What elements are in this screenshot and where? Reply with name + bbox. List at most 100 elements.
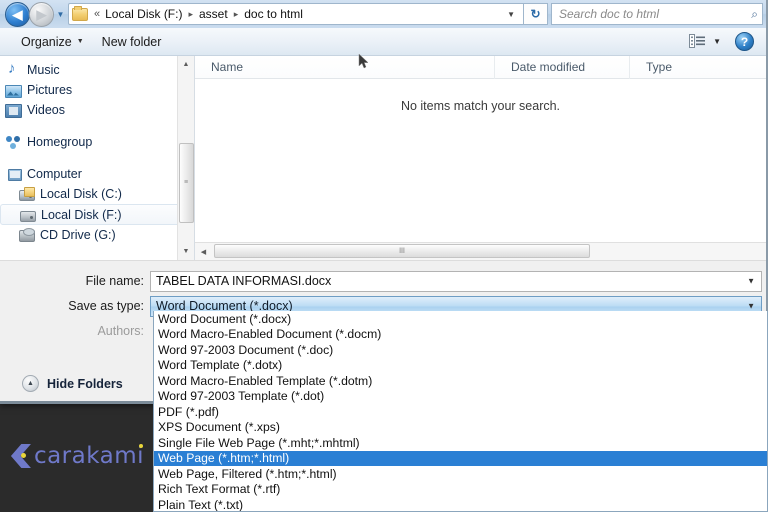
carakami-mark-icon — [10, 444, 31, 468]
cd-drive-icon — [19, 228, 35, 242]
dropdown-option[interactable]: Word Template (*.dotx) — [154, 358, 767, 374]
folder-icon — [72, 5, 88, 21]
empty-state-text: No items match your search. — [400, 99, 561, 113]
dropdown-option[interactable]: PDF (*.pdf) — [154, 404, 767, 420]
scroll-left-button[interactable]: ◀ — [195, 243, 212, 260]
save-as-type-label: Save as type: — [68, 299, 144, 313]
hide-folders-button[interactable]: ▲ Hide Folders — [22, 375, 123, 392]
sidebar-item-label: Videos — [27, 103, 65, 117]
dropdown-option[interactable]: Plain Text (*.txt) — [154, 497, 767, 511]
search-icon: ⌕ — [751, 6, 758, 21]
music-icon — [5, 60, 22, 78]
dropdown-option[interactable]: Rich Text Format (*.rtf) — [154, 482, 767, 498]
dropdown-option[interactable]: Single File Web Page (*.mht;*.mhtml) — [154, 435, 767, 451]
new-folder-button[interactable]: New folder — [93, 32, 171, 52]
sidebar-item-local-disk-c[interactable]: Local Disk (C:) — [0, 184, 194, 204]
view-options-icon[interactable] — [689, 34, 706, 49]
save-as-type-dropdown-list[interactable]: Word Document (*.docx) Word Macro-Enabled… — [153, 311, 768, 512]
watermark: carakami — [0, 400, 155, 512]
sidebar-item-local-disk-f[interactable]: Local Disk (F:) — [0, 204, 186, 225]
sidebar-item-computer[interactable]: Computer — [0, 164, 194, 184]
scroll-up-button[interactable]: ▲ — [178, 56, 195, 73]
chevron-down-icon[interactable]: ▼ — [747, 302, 755, 311]
hscrollbar-thumb[interactable]: ‖‖ — [214, 244, 590, 258]
chevron-up-icon: ▲ — [182, 61, 190, 68]
column-header-row: Name Date modified Type — [195, 54, 766, 79]
sidebar-item-label: Computer — [27, 167, 82, 181]
chevron-up-icon: ▲ — [22, 375, 39, 392]
column-header-date-modified[interactable]: Date modified — [495, 55, 630, 79]
chevron-down-icon: ▼ — [56, 9, 65, 19]
help-label: ? — [740, 34, 749, 49]
chevron-down-icon: ▼ — [76, 38, 84, 45]
sidebar-item-label: Homegroup — [27, 135, 93, 149]
breadcrumb[interactable]: « Local Disk (F:) ▸ asset ▸ doc to html … — [68, 3, 524, 25]
breadcrumb-separator-icon: ▸ — [233, 8, 239, 19]
computer-icon — [8, 169, 22, 181]
sidebar-item-homegroup[interactable]: Homegroup — [0, 132, 194, 152]
column-label: Type — [646, 60, 673, 74]
file-list-pane: Name Date modified Type No items match y… — [194, 54, 766, 260]
dropdown-option[interactable]: XPS Document (*.xps) — [154, 420, 767, 436]
scrollbar-thumb[interactable]: ≡ — [178, 143, 194, 223]
chevron-down-icon[interactable]: ▼ — [499, 10, 523, 19]
dropdown-option[interactable]: Word Document (*.docx) — [154, 311, 767, 327]
carakami-wordmark: carakami — [34, 443, 144, 469]
back-button[interactable]: ◀ — [5, 1, 30, 27]
sidebar-item-music[interactable]: Music — [0, 60, 194, 80]
dropdown-option[interactable]: Word 97-2003 Template (*.dot) — [154, 389, 767, 405]
chevron-down-icon[interactable]: ▼ — [713, 37, 721, 46]
file-name-label: File name: — [85, 274, 144, 288]
chevron-left-icon: ◀ — [200, 248, 207, 256]
navigation-pane: Music Pictures Videos Homegroup Computer — [0, 56, 194, 260]
pictures-icon — [5, 84, 22, 98]
sidebar-item-label: Local Disk (C:) — [40, 187, 122, 201]
file-name-row: File name: TABEL DATA INFORMASI.docx ▼ — [0, 270, 766, 292]
breadcrumb-separator-icon: ▸ — [188, 8, 193, 19]
hide-folders-label: Hide Folders — [47, 376, 123, 391]
dropdown-option[interactable]: Word Macro-Enabled Template (*.dotm) — [154, 373, 767, 389]
breadcrumb-overflow-icon[interactable]: « — [94, 8, 100, 20]
dropdown-option[interactable]: Web Page (*.htm;*.html) — [154, 450, 767, 466]
sidebar-item-pictures[interactable]: Pictures — [0, 80, 194, 100]
forward-button[interactable]: ▶ — [29, 1, 54, 27]
column-label: Date modified — [511, 60, 586, 74]
command-bar: Organize ▼ New folder ▼ ? — [0, 28, 766, 56]
new-folder-label: New folder — [101, 34, 162, 49]
breadcrumb-crumb-2[interactable]: doc to html — [244, 7, 303, 21]
sidebar-item-label: Pictures — [27, 83, 73, 97]
sidebar-item-label: Music — [27, 63, 60, 77]
breadcrumb-crumb-1[interactable]: asset — [199, 7, 228, 21]
column-header-name[interactable]: Name — [195, 55, 495, 79]
organize-button[interactable]: Organize ▼ — [12, 32, 93, 52]
column-header-type[interactable]: Type — [630, 56, 766, 79]
dialog-body: Music Pictures Videos Homegroup Computer — [0, 54, 766, 260]
history-dropdown-button[interactable]: ▼ — [54, 4, 67, 24]
scroll-down-button[interactable]: ▼ — [178, 243, 195, 260]
refresh-button[interactable]: ↻ — [524, 3, 548, 25]
hscrollbar-track[interactable]: ‖‖ — [212, 243, 766, 260]
hard-drive-icon — [20, 210, 36, 222]
chevron-down-icon: ▼ — [182, 248, 190, 255]
dropdown-option[interactable]: Word Macro-Enabled Document (*.docm) — [154, 327, 767, 343]
hard-drive-icon — [19, 187, 35, 201]
watermark-text: carakami — [33, 443, 145, 469]
search-input[interactable]: Search doc to html ⌕ — [551, 3, 763, 25]
dropdown-option[interactable]: Web Page, Filtered (*.htm;*.html) — [154, 466, 767, 482]
breadcrumb-crumb-0[interactable]: Local Disk (F:) — [105, 7, 182, 21]
scrollbar-track[interactable]: ≡ — [178, 73, 195, 243]
sidebar-item-label: Local Disk (F:) — [41, 207, 122, 222]
chevron-down-icon[interactable]: ▼ — [747, 277, 755, 286]
file-name-input[interactable]: TABEL DATA INFORMASI.docx ▼ — [150, 270, 762, 292]
sidebar-item-cd-drive-g[interactable]: CD Drive (G:) — [0, 225, 194, 245]
grip-icon: ≡ — [183, 179, 189, 186]
authors-label: Authors: — [97, 324, 144, 338]
sidebar-item-label: CD Drive (G:) — [40, 228, 116, 242]
dropdown-option[interactable]: Word 97-2003 Document (*.doc) — [154, 342, 767, 358]
search-placeholder: Search doc to html — [559, 7, 660, 21]
file-list-horizontal-scrollbar[interactable]: ◀ ‖‖ — [195, 242, 766, 260]
help-button[interactable]: ? — [735, 32, 754, 51]
navigation-pane-scrollbar[interactable]: ▲ ≡ ▼ — [177, 56, 194, 260]
organize-label: Organize — [21, 34, 72, 49]
sidebar-item-videos[interactable]: Videos — [0, 100, 194, 120]
